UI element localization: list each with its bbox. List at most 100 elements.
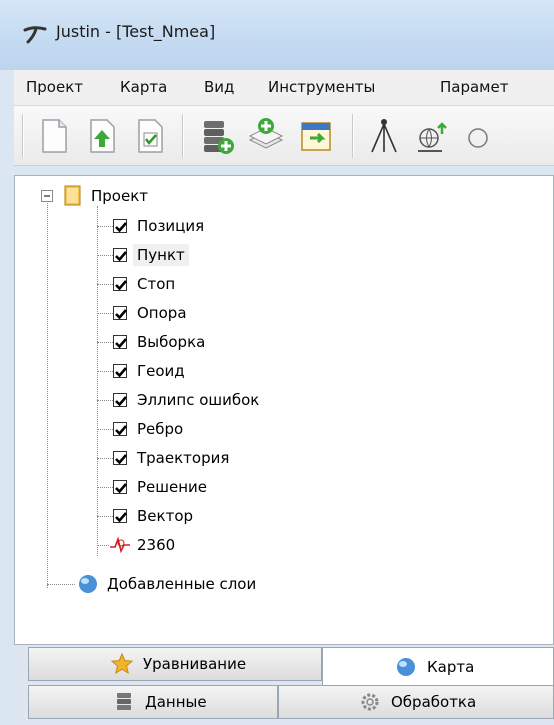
calendar-import-icon [301,122,331,151]
project-book-icon [64,185,81,206]
checkbox-checked[interactable] [113,422,127,436]
menu-view[interactable]: Вид [204,78,234,96]
checkbox-checked[interactable] [113,219,127,233]
tree-item-label: Траектория [137,449,230,467]
menu-map[interactable]: Карта [120,78,167,96]
calendar-import-button[interactable] [296,116,336,156]
checkbox-checked[interactable] [113,480,127,494]
tree-item-label: Опора [137,304,187,322]
tree-connector [97,342,113,343]
menu-tools[interactable]: Инструменты [268,78,375,96]
toolbar-overflow-button[interactable] [458,116,488,156]
tree-item-point[interactable]: Пункт [97,241,189,269]
app-window: Justin - [Test_Nmea] Проект Карта Вид Ин… [0,0,554,725]
save-document-button[interactable] [130,116,170,156]
checkbox-checked[interactable] [113,248,127,262]
tree-item-support[interactable]: Опора [97,299,187,327]
tab-data[interactable]: Данные [28,685,278,719]
new-document-button[interactable] [34,116,74,156]
tab-label: Обработка [391,693,477,711]
database-add-button[interactable] [196,116,236,156]
tree-item-label-highlighted: Пункт [133,244,189,266]
gear-icon [361,693,379,711]
globe-updown-icon [418,122,447,152]
star-icon [111,653,133,675]
tree-item-sample[interactable]: Выборка [97,328,205,356]
collapse-minus-icon[interactable] [41,190,53,202]
globe-updown-button[interactable] [412,116,452,156]
save-document-icon [138,119,163,153]
tree-item-edge[interactable]: Ребро [97,415,183,443]
tree-item-position[interactable]: Позиция [97,212,204,240]
tree-item-label: Решение [137,478,208,496]
layers-add-icon [248,118,284,149]
tree-connector [97,429,113,430]
toolbar-separator [182,114,184,158]
toolbar-separator [22,114,24,158]
tree-item-label: Вектор [137,507,194,525]
tree-item-geoid[interactable]: Геоид [97,357,185,385]
tab-label: Карта [427,657,475,676]
tree-connector [97,226,113,227]
tab-label: Данные [145,693,207,711]
tree-connector [97,284,113,285]
added-layers-label: Добавленные слои [107,575,257,593]
globe-icon [397,657,415,676]
checkbox-checked[interactable] [113,509,127,523]
menu-bar: Проект Карта Вид Инструменты Парамет [14,70,554,106]
menu-project[interactable]: Проект [26,78,83,96]
database-add-icon [204,121,234,154]
title-bar: Justin - [Test_Nmea] [0,0,554,70]
marker-label: 2360 [137,536,176,554]
tripod-button[interactable] [364,116,404,156]
toolbar-separator [352,114,354,158]
checkbox-checked[interactable] [113,335,127,349]
tree-item-trajectory[interactable]: Траектория [97,444,229,472]
tree-connector [97,516,113,517]
checkbox-checked[interactable] [113,364,127,378]
tree-item-label: Выборка [137,333,206,351]
partial-toolbar-icon [468,128,488,148]
menu-parameters[interactable]: Парамет [440,78,508,96]
tree-item-solution[interactable]: Решение [97,473,207,501]
tree-item-marker-2360[interactable]: 2360 [97,531,175,559]
checkbox-checked[interactable] [113,277,127,291]
bottom-tab-bar: Уравнивание Карта Данные Обработка [14,645,554,725]
tree-item-label: Ребро [137,420,184,438]
tab-processing[interactable]: Обработка [278,685,554,719]
tree-root-project[interactable]: Проект [41,182,148,210]
red-marker-icon [110,536,130,554]
tree-connector [97,400,113,401]
tree-connector [97,313,113,314]
tree-connector [47,198,48,588]
tree-item-label: Геоид [137,362,185,380]
tab-map[interactable]: Карта [322,647,554,685]
project-tree-panel: Проект Позиция Пункт Стоп Опора Выборка … [14,175,554,645]
tree-item-vector[interactable]: Вектор [97,502,193,530]
tab-adjustment[interactable]: Уравнивание [28,647,322,681]
database-icon [117,693,131,710]
tree-connector [97,255,113,256]
open-document-button[interactable] [82,116,122,156]
checkbox-checked[interactable] [113,451,127,465]
tree-item-error-ellipse[interactable]: Эллипс ошибок [97,386,259,414]
checkbox-checked[interactable] [113,393,127,407]
tree-connector [47,584,75,585]
window-title: Justin - [Test_Nmea] [56,22,216,41]
tree-item-stop[interactable]: Стоп [97,270,175,298]
globe-icon [79,575,97,593]
tree-connector [97,458,113,459]
checkbox-checked[interactable] [113,306,127,320]
tab-label: Уравнивание [143,655,247,673]
new-document-icon [42,119,67,153]
tripod-icon [371,119,397,153]
tree-root-label: Проект [91,187,149,205]
justin-logo-icon [23,26,47,44]
tree-item-label: Стоп [137,275,176,293]
tree-item-added-layers[interactable]: Добавленные слои [47,570,256,598]
tree-item-label: Позиция [137,217,205,235]
tree-item-label: Эллипс ошибок [137,391,260,409]
open-document-icon [90,119,115,153]
toolbar [14,106,554,166]
layers-add-button[interactable] [246,116,286,156]
